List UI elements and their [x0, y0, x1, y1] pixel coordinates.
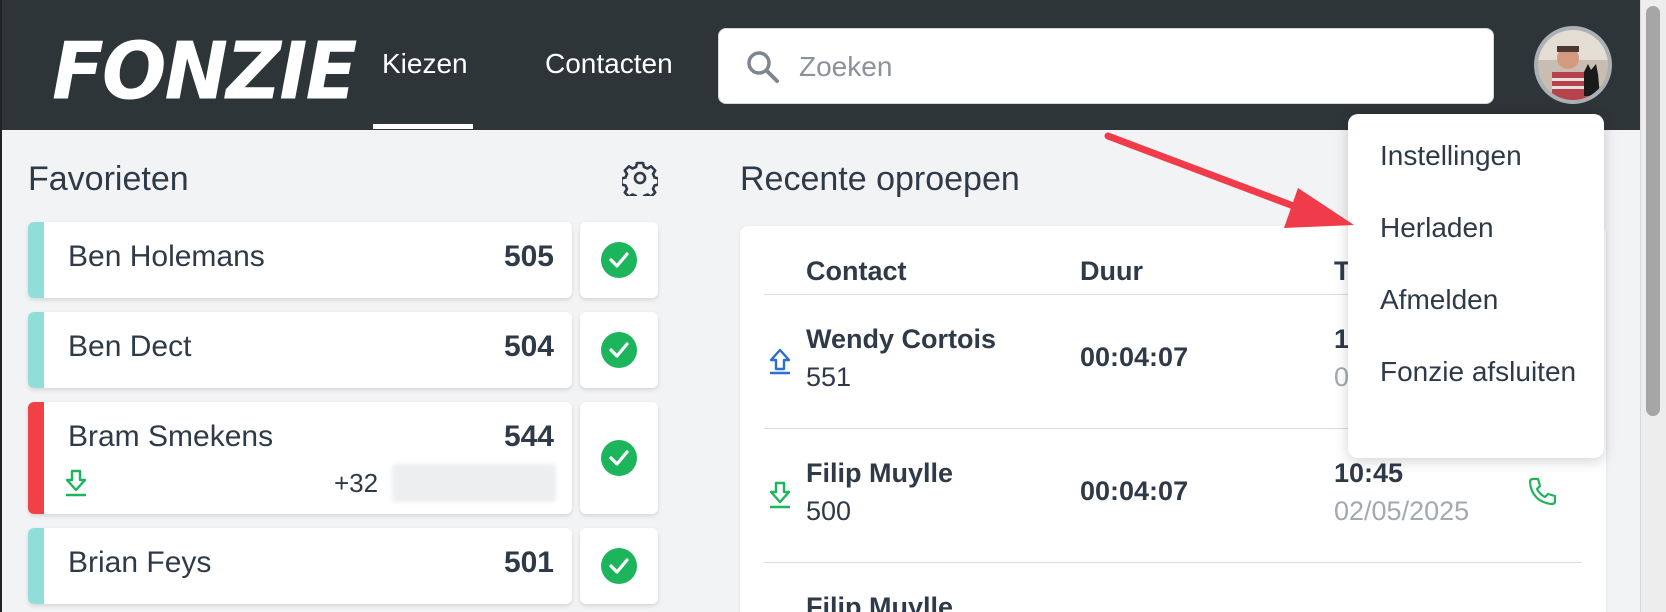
search-box [718, 28, 1494, 104]
user-menu-dropdown: Instellingen Herladen Afmelden Fonzie af… [1348, 114, 1604, 458]
tab-contacten[interactable]: Contacten [545, 48, 673, 80]
favorites-title: Favorieten [28, 160, 189, 198]
top-bar: FONZIE Kiezen Contacten [2, 0, 1640, 130]
menu-item-instellingen[interactable]: Instellingen [1380, 136, 1590, 176]
presence-bar [28, 312, 44, 388]
favorite-card[interactable]: Ben Holemans 505 [28, 222, 572, 298]
presence-bar [28, 402, 44, 514]
incoming-call-icon [65, 469, 87, 497]
status-button[interactable] [580, 312, 658, 388]
phone-icon[interactable] [1526, 476, 1556, 506]
column-header-duration: Duur [1080, 256, 1143, 286]
favorite-name: Bram Smekens [68, 420, 274, 453]
redacted-number [392, 464, 556, 502]
menu-item-herladen[interactable]: Herladen [1380, 208, 1590, 248]
favorite-extension: 505 [503, 240, 554, 273]
outgoing-call-icon [769, 348, 791, 375]
fonzie-logo: FONZIE [52, 23, 357, 118]
presence-bar [28, 222, 44, 298]
check-icon [601, 332, 637, 368]
call-duration: 00:04:07 [1080, 342, 1189, 372]
incoming-call-icon [769, 481, 791, 509]
call-duration: 00:04:07 [1080, 476, 1189, 506]
favorite-extension: 504 [503, 330, 554, 363]
favorite-extension: 501 [503, 546, 554, 579]
favorite-name: Ben Dect [68, 330, 192, 363]
favorite-extension: 544 [503, 420, 554, 453]
favorite-name: Ben Holemans [68, 240, 265, 273]
scrollbar-thumb[interactable] [1646, 6, 1660, 416]
search-input[interactable] [799, 47, 1459, 87]
status-button[interactable] [580, 402, 658, 514]
call-date: 02/05/2025 [1334, 496, 1470, 526]
column-header-contact: Contact [806, 256, 907, 286]
check-icon [601, 440, 637, 476]
call-time: 1 [1334, 324, 1350, 354]
presence-bar [28, 528, 44, 604]
call-contact-number: 551 [806, 362, 852, 392]
recent-calls-title: Recente oproepen [740, 160, 1020, 198]
search-icon [747, 51, 779, 83]
favorite-name: Brian Feys [68, 546, 212, 579]
call-contact-name[interactable]: Wendy Cortois [806, 324, 996, 355]
call-contact-number: 500 [806, 496, 852, 526]
favorite-card[interactable]: Brian Feys 501 [28, 528, 572, 604]
call-contact-name[interactable]: Filip Muylle [806, 458, 953, 489]
caller-number: +32 [334, 468, 379, 498]
status-button[interactable] [580, 528, 658, 604]
favorite-card[interactable]: Bram Smekens 544 +32 [28, 402, 572, 514]
avatar[interactable] [1534, 26, 1612, 104]
tab-kiezen[interactable]: Kiezen [382, 48, 468, 80]
menu-item-fonzie-afsluiten[interactable]: Fonzie afsluiten [1380, 352, 1590, 392]
scrollbar[interactable] [1640, 0, 1666, 612]
app-window: FONZIE Kiezen Contacten Favorie [0, 0, 1640, 612]
check-icon [601, 242, 637, 278]
call-date: 0 [1334, 362, 1350, 392]
active-tab-indicator [373, 124, 473, 129]
status-button[interactable] [580, 222, 658, 298]
divider [764, 562, 1582, 563]
call-time: 10:45 [1334, 458, 1404, 488]
gear-icon[interactable] [622, 160, 658, 196]
favorite-card[interactable]: Ben Dect 504 [28, 312, 572, 388]
menu-item-afmelden[interactable]: Afmelden [1380, 280, 1590, 320]
check-icon [601, 548, 637, 584]
call-contact-name[interactable]: Filip Muylle [806, 592, 953, 612]
